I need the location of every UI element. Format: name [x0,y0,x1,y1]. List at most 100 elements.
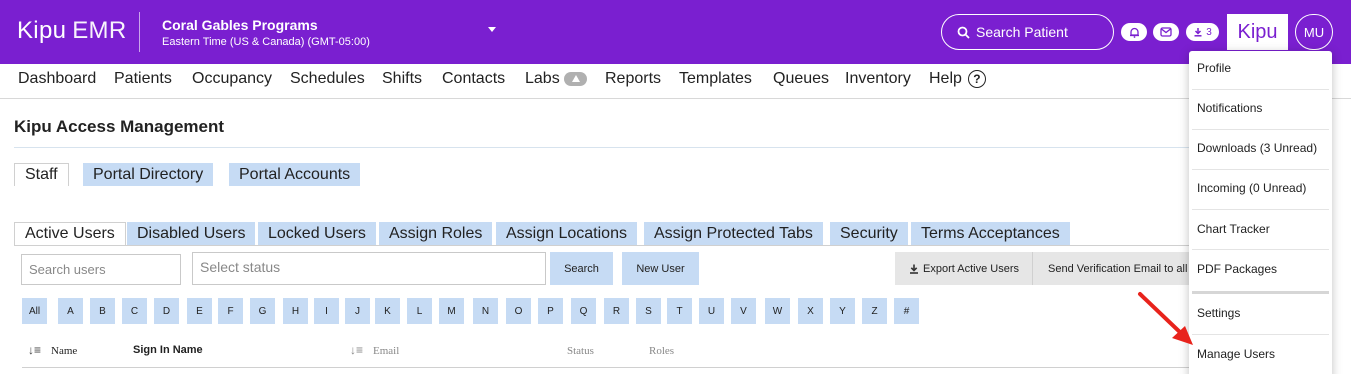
user-menu: Profile Notifications Downloads (3 Unrea… [1189,51,1332,374]
letter-filter[interactable]: M [439,298,464,324]
letter-filter[interactable]: C [122,298,147,324]
letter-filter[interactable]: X [798,298,823,324]
alert-badge-icon [563,72,587,86]
kipu-logo[interactable]: Kipu [1227,14,1288,50]
letter-filter[interactable]: # [894,298,919,324]
search-patient-button[interactable]: Search Patient [941,14,1114,50]
letter-filter[interactable]: D [154,298,179,324]
search-patient-label: Search Patient [976,24,1068,40]
menu-item-manage-users[interactable]: Manage Users [1197,347,1275,361]
column-header-roles[interactable]: Roles [649,345,674,357]
divider [1192,89,1329,90]
nav-templates[interactable]: Templates [679,70,752,88]
send-verification-email-button[interactable]: Send Verification Email to all u [1032,252,1190,285]
tab-active-users[interactable]: Active Users [14,222,126,245]
avatar[interactable]: MU [1295,14,1333,50]
nav-queues[interactable]: Queues [773,70,829,88]
menu-item-downloads[interactable]: Downloads (3 Unread) [1197,141,1317,155]
column-header-name[interactable]: Name [51,345,77,357]
export-active-users-button[interactable]: Export Active Users [895,252,1032,285]
tab-disabled-users[interactable]: Disabled Users [127,222,256,245]
letter-filter[interactable]: V [731,298,756,324]
tab-security[interactable]: Security [830,222,908,245]
column-header-email[interactable]: Email [373,345,399,357]
tab-locked-users[interactable]: Locked Users [258,222,376,245]
letter-filter[interactable]: T [667,298,692,324]
tab-assign-roles[interactable]: Assign Roles [379,222,493,245]
messages-button[interactable] [1153,23,1179,41]
divider [1192,249,1329,250]
nav-dashboard[interactable]: Dashboard [18,70,96,88]
status-select[interactable]: Select status [192,252,546,285]
letter-filter[interactable]: F [218,298,243,324]
divider [1192,291,1329,294]
chevron-down-icon[interactable] [488,27,496,32]
letter-filter[interactable]: K [375,298,400,324]
nav-schedules[interactable]: Schedules [290,70,365,88]
letter-filter[interactable]: Z [862,298,887,324]
notifications-button[interactable] [1121,23,1147,41]
letter-filter[interactable]: Q [571,298,596,324]
divider [1192,334,1329,335]
letter-filter[interactable]: L [407,298,432,324]
menu-item-settings[interactable]: Settings [1197,306,1240,320]
tab-staff[interactable]: Staff [14,163,69,186]
nav-help[interactable]: Help ? [929,70,986,88]
letter-filter[interactable]: N [473,298,498,324]
tab-terms-acceptances[interactable]: Terms Acceptances [911,222,1070,245]
help-icon: ? [967,70,986,88]
nav-patients[interactable]: Patients [114,70,172,88]
app-logo[interactable]: Kipu EMR [17,17,126,45]
divider [14,245,1190,246]
menu-item-incoming[interactable]: Incoming (0 Unread) [1197,181,1306,195]
nav-shifts[interactable]: Shifts [382,70,422,88]
letter-filter-all[interactable]: All [22,298,47,324]
nav-labs-label: Labs [525,70,560,87]
divider [139,12,140,52]
letter-filter[interactable]: S [636,298,661,324]
menu-item-pdf-packages[interactable]: PDF Packages [1197,262,1277,276]
menu-item-notifications[interactable]: Notifications [1197,101,1262,115]
letter-filter[interactable]: J [345,298,370,324]
tab-assign-protected-tabs[interactable]: Assign Protected Tabs [644,222,823,245]
main-nav: Dashboard Patients Occupancy Schedules S… [0,64,1351,99]
column-header-status[interactable]: Status [567,345,594,357]
letter-filter[interactable]: G [250,298,275,324]
downloads-button[interactable]: 3 [1186,23,1219,41]
letter-filter[interactable]: A [58,298,83,324]
annotation-arrow-icon [1138,292,1193,345]
tab-portal-directory[interactable]: Portal Directory [83,163,214,186]
nav-contacts[interactable]: Contacts [442,70,505,88]
nav-help-label: Help [929,70,962,87]
facility-selector[interactable]: Coral Gables Programs Eastern Time (US &… [162,17,370,48]
tab-portal-accounts[interactable]: Portal Accounts [229,163,361,186]
letter-filter[interactable]: E [187,298,212,324]
menu-item-chart-tracker[interactable]: Chart Tracker [1197,222,1270,236]
sort-icon[interactable]: ↓≡ [350,343,363,357]
tab-assign-locations[interactable]: Assign Locations [496,222,637,245]
letter-filter[interactable]: B [90,298,115,324]
letter-filter[interactable]: H [283,298,308,324]
column-header-sign-in-name[interactable]: Sign In Name [133,344,203,356]
search-users-input[interactable]: Search users [21,254,181,285]
menu-item-profile[interactable]: Profile [1197,61,1231,75]
letter-filter[interactable]: U [699,298,724,324]
sort-icon[interactable]: ↓≡ [28,343,41,357]
letter-filter[interactable]: R [604,298,629,324]
letter-filter[interactable]: W [765,298,790,324]
divider [1192,209,1329,210]
download-icon [910,264,918,274]
nav-reports[interactable]: Reports [605,70,661,88]
letter-filter[interactable]: I [314,298,339,324]
search-icon [957,26,970,39]
new-user-button[interactable]: New User [622,252,699,285]
letter-filter[interactable]: O [506,298,531,324]
nav-occupancy[interactable]: Occupancy [192,70,272,88]
export-active-users-label: Export Active Users [923,262,1019,275]
letter-filter[interactable]: Y [830,298,855,324]
nav-inventory[interactable]: Inventory [845,70,911,88]
downloads-count: 3 [1206,26,1212,38]
search-button[interactable]: Search [550,252,613,285]
nav-labs[interactable]: Labs [525,70,587,88]
letter-filter[interactable]: P [538,298,563,324]
